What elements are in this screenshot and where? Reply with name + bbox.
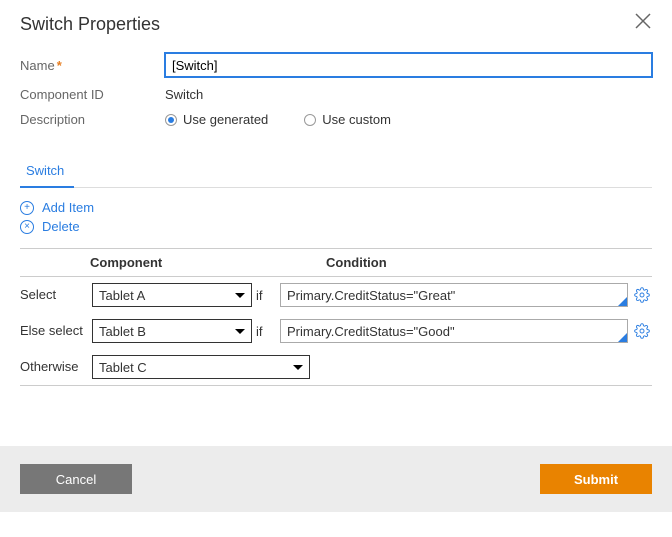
- dialog: Switch Properties Name Component ID Swit…: [0, 0, 672, 386]
- action-links: + Add Item × Delete: [20, 200, 652, 234]
- gear-icon: [634, 287, 650, 303]
- component-select[interactable]: Tablet C: [92, 355, 310, 379]
- header-condition: Condition: [326, 255, 626, 270]
- description-label: Description: [20, 112, 165, 127]
- switch-grid: Component Condition Select Tablet A if P…: [20, 248, 652, 386]
- condition-input[interactable]: Primary.CreditStatus="Great": [280, 283, 628, 307]
- name-row: Name: [20, 53, 652, 77]
- gear-icon: [634, 323, 650, 339]
- tab-switch[interactable]: Switch: [20, 157, 74, 188]
- component-select[interactable]: Tablet A: [92, 283, 252, 307]
- component-id-value: Switch: [165, 87, 203, 102]
- cancel-button[interactable]: Cancel: [20, 464, 132, 494]
- component-id-row: Component ID Switch: [20, 87, 652, 102]
- add-item-label: Add Item: [42, 200, 94, 215]
- plus-icon: +: [20, 201, 34, 215]
- close-icon: [634, 12, 652, 30]
- submit-button[interactable]: Submit: [540, 464, 652, 494]
- description-row: Description Use generated Use custom: [20, 112, 652, 127]
- if-label: if: [256, 324, 276, 339]
- component-select[interactable]: Tablet B: [92, 319, 252, 343]
- desc-option-custom[interactable]: Use custom: [304, 112, 391, 127]
- grid-header: Component Condition: [20, 249, 652, 277]
- radio-icon: [304, 114, 316, 126]
- tab-bar: Switch: [20, 157, 652, 188]
- name-label: Name: [20, 58, 165, 73]
- desc-custom-label: Use custom: [322, 112, 391, 127]
- if-label: if: [256, 288, 276, 303]
- radio-icon: [165, 114, 177, 126]
- grid-row-select: Select Tablet A if Primary.CreditStatus=…: [20, 277, 652, 313]
- delete-link[interactable]: × Delete: [20, 219, 652, 234]
- close-button[interactable]: [634, 12, 652, 33]
- condition-input[interactable]: Primary.CreditStatus="Good": [280, 319, 628, 343]
- add-item-link[interactable]: + Add Item: [20, 200, 652, 215]
- row-label: Select: [20, 287, 88, 303]
- dialog-footer: Cancel Submit: [0, 446, 672, 512]
- desc-generated-label: Use generated: [183, 112, 268, 127]
- condition-settings[interactable]: [632, 287, 652, 303]
- dialog-title: Switch Properties: [20, 14, 652, 35]
- condition-settings[interactable]: [632, 323, 652, 339]
- name-input[interactable]: [165, 53, 652, 77]
- component-id-label: Component ID: [20, 87, 165, 102]
- delete-label: Delete: [42, 219, 80, 234]
- desc-option-generated[interactable]: Use generated: [165, 112, 268, 127]
- row-label: Else select: [20, 323, 88, 339]
- row-label: Otherwise: [20, 359, 88, 375]
- grid-row-else: Else select Tablet B if Primary.CreditSt…: [20, 313, 652, 349]
- x-circle-icon: ×: [20, 220, 34, 234]
- grid-row-otherwise: Otherwise Tablet C: [20, 349, 652, 385]
- description-radio-group: Use generated Use custom: [165, 112, 391, 127]
- header-component: Component: [90, 255, 302, 270]
